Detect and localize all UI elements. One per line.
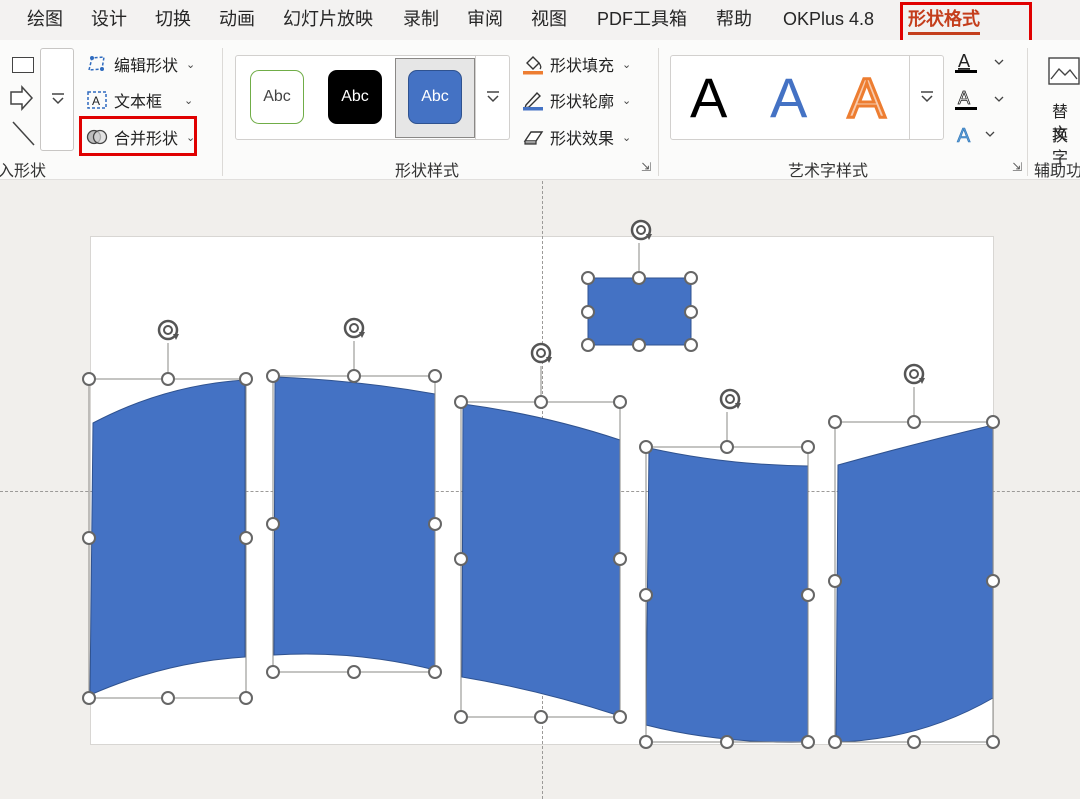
small-rectangle-shape[interactable] [581, 219, 698, 352]
rotate-handle-icon[interactable] [343, 317, 367, 340]
wave-panel-shape[interactable] [639, 388, 815, 749]
rotate-handle-icon[interactable] [530, 342, 554, 365]
slide-shapes-layer [82, 219, 1000, 749]
rotate-handle-icon[interactable] [630, 219, 654, 242]
wave-panel-shape[interactable] [266, 317, 442, 679]
wave-panel-shape[interactable] [454, 342, 627, 724]
rotate-handle-icon[interactable] [719, 388, 743, 411]
wave-panel-shape[interactable] [828, 363, 1000, 749]
rotate-handle-icon[interactable] [903, 363, 927, 386]
wave-panel-shape[interactable] [82, 319, 253, 705]
rotate-handle-icon[interactable] [157, 319, 181, 342]
